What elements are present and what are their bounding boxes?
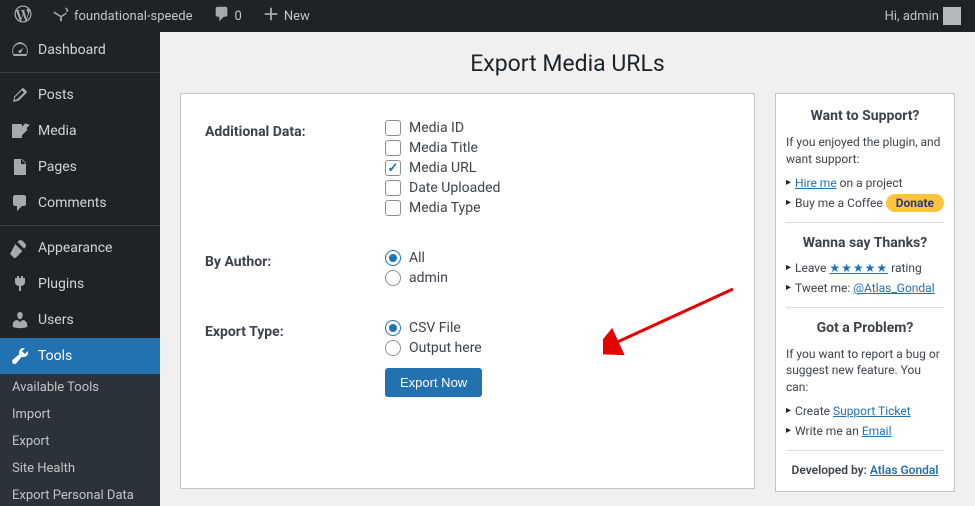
sub-export-personal-data[interactable]: Export Personal Data xyxy=(0,482,160,506)
export-now-button[interactable]: Export Now xyxy=(385,368,482,397)
sub-export[interactable]: Export xyxy=(0,428,160,455)
sub-import[interactable]: Import xyxy=(0,401,160,428)
comments-link[interactable]: 0 xyxy=(207,5,248,27)
thanks-rating: Leave ★★★★★ rating xyxy=(786,261,944,275)
support-heading: Want to Support? xyxy=(786,108,944,124)
menu-tools[interactable]: Tools xyxy=(0,338,160,374)
support-hire: Hire me on a project xyxy=(786,176,944,190)
menu-pages[interactable]: Pages xyxy=(0,149,160,185)
site-name[interactable]: foundational-speede xyxy=(46,5,199,27)
greeting-text: Hi, admin xyxy=(885,9,939,24)
chk-date-uploaded[interactable] xyxy=(385,180,401,196)
support-intro: If you enjoyed the plugin, and want supp… xyxy=(786,134,944,168)
developer-link[interactable]: Atlas Gondal xyxy=(870,463,939,477)
menu-media[interactable]: Media xyxy=(0,113,160,149)
menu-separator xyxy=(0,72,160,73)
problem-intro: If you want to report a bug or suggest n… xyxy=(786,346,944,396)
admin-bar: foundational-speede 0 New Hi, admin xyxy=(0,0,975,32)
support-ticket-link[interactable]: Support Ticket xyxy=(833,404,911,418)
new-label: New xyxy=(284,9,310,24)
problem-ticket: Create Support Ticket xyxy=(786,404,944,418)
admin-bar-left: foundational-speede 0 New xyxy=(8,5,316,27)
new-content[interactable]: New xyxy=(256,5,316,27)
menu-users[interactable]: Users xyxy=(0,302,160,338)
rad-author-all[interactable] xyxy=(385,250,401,266)
thanks-heading: Wanna say Thanks? xyxy=(786,235,944,251)
chk-media-type[interactable] xyxy=(385,200,401,216)
chk-media-title[interactable] xyxy=(385,140,401,156)
sub-available-tools[interactable]: Available Tools xyxy=(0,374,160,401)
menu-appearance[interactable]: Appearance xyxy=(0,230,160,266)
rad-output-here[interactable] xyxy=(385,340,401,356)
chk-media-url[interactable] xyxy=(385,160,401,176)
admin-bar-right: Hi, admin xyxy=(879,7,967,25)
problem-email: Write me an Email xyxy=(786,424,944,438)
sub-site-health[interactable]: Site Health xyxy=(0,455,160,482)
site-title: foundational-speede xyxy=(74,9,193,24)
chk-media-id[interactable] xyxy=(385,120,401,136)
menu-comments[interactable]: Comments xyxy=(0,185,160,221)
label-export-type: Export Type: xyxy=(205,314,385,421)
donate-button[interactable]: Donate xyxy=(886,194,944,212)
my-account[interactable]: Hi, admin xyxy=(879,7,967,25)
rating-stars-link[interactable]: ★★★★★ xyxy=(829,261,888,275)
content-area: Export Media URLs Additional Data: Media… xyxy=(160,32,975,506)
support-panel: Want to Support? If you enjoyed the plug… xyxy=(775,93,955,492)
tools-submenu: Available Tools Import Export Site Healt… xyxy=(0,374,160,506)
email-link[interactable]: Email xyxy=(862,424,892,438)
comment-count: 0 xyxy=(235,9,242,24)
label-additional-data: Additional Data: xyxy=(205,114,385,244)
problem-heading: Got a Problem? xyxy=(786,320,944,336)
page-title: Export Media URLs xyxy=(180,50,955,77)
annotation-arrow xyxy=(603,279,743,359)
menu-posts[interactable]: Posts xyxy=(0,77,160,113)
thanks-tweet: Tweet me: @Atlas_Gondal xyxy=(786,281,944,295)
wp-logo[interactable] xyxy=(8,5,38,27)
label-by-author: By Author: xyxy=(205,244,385,314)
hire-me-link[interactable]: Hire me xyxy=(795,176,837,190)
support-coffee: Buy me a Coffee Donate xyxy=(786,196,944,210)
developed-by: Developed by: Atlas Gondal xyxy=(786,463,944,477)
admin-sidebar: Dashboard Posts Media Pages Comments App… xyxy=(0,32,160,506)
menu-dashboard[interactable]: Dashboard xyxy=(0,32,160,68)
tweet-link[interactable]: @Atlas_Gondal xyxy=(853,281,934,295)
menu-plugins[interactable]: Plugins xyxy=(0,266,160,302)
menu-separator xyxy=(0,225,160,226)
avatar xyxy=(943,7,961,25)
rad-author-admin[interactable] xyxy=(385,270,401,286)
rad-csv-file[interactable] xyxy=(385,320,401,336)
settings-panel: Additional Data: Media ID Media Title Me… xyxy=(180,93,755,489)
